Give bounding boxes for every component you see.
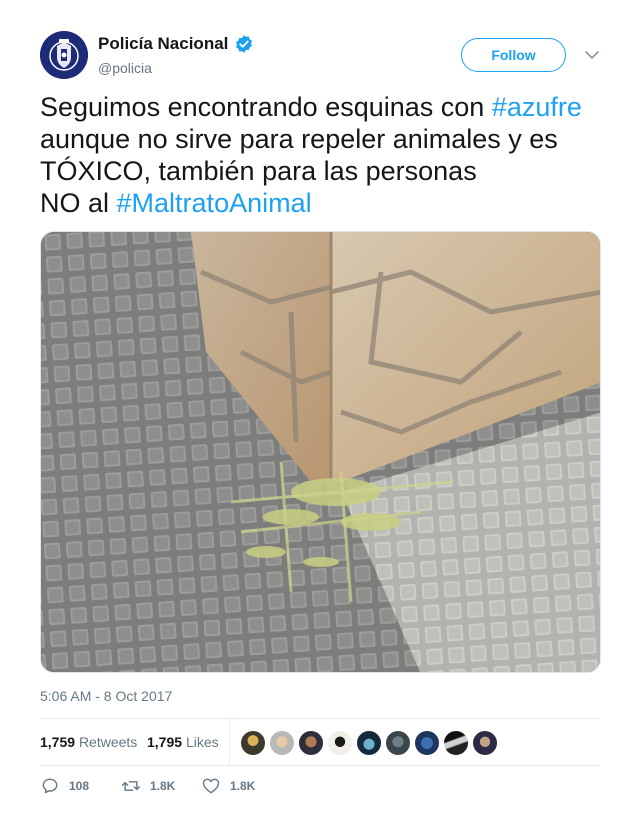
like-count: 1.8K	[230, 779, 256, 793]
liker-avatar[interactable]	[356, 730, 382, 756]
verified-badge-icon	[236, 35, 253, 53]
stats-divider	[229, 719, 230, 765]
tweet-photo[interactable]	[40, 231, 601, 673]
liker-avatar[interactable]	[443, 730, 469, 756]
likes-count: 1,795	[147, 734, 183, 750]
liker-avatar[interactable]	[269, 730, 295, 756]
reply-button[interactable]: 108	[40, 776, 89, 796]
retweets-count: 1,759	[40, 734, 76, 750]
retweets-stat[interactable]: 1,759 Retweets	[40, 734, 137, 750]
police-badge-icon	[40, 31, 88, 79]
liker-avatar[interactable]	[240, 730, 266, 756]
retweet-button[interactable]: 1.8K	[121, 776, 175, 796]
tweet-text-line: NO al #MaltratoAnimal	[40, 187, 610, 219]
likes-stat[interactable]: 1,795 Likes	[147, 734, 219, 750]
tweet-text-line: Seguimos encontrando esquinas con #azufr…	[40, 91, 610, 123]
tweet-text-fragment: Seguimos encontrando esquinas con	[40, 92, 492, 122]
tweet-text-line: aunque no sirve para repeler animales y …	[40, 123, 610, 155]
hashtag-link[interactable]: #MaltratoAnimal	[117, 188, 312, 218]
tweet-text-fragment: NO al	[40, 188, 117, 218]
display-name[interactable]: Policía Nacional	[98, 34, 228, 54]
tweet-text-fragment: TÓXICO, también para las personas	[40, 156, 477, 186]
like-button[interactable]: 1.8K	[201, 776, 255, 796]
retweets-label: Retweets	[78, 734, 138, 750]
liker-avatar[interactable]	[298, 730, 324, 756]
divider	[40, 765, 600, 766]
liker-avatar[interactable]	[327, 730, 353, 756]
tweet-text-fragment: aunque no sirve para repeler animales y …	[40, 124, 558, 154]
liker-avatars	[240, 730, 501, 756]
tweet-text: Seguimos encontrando esquinas con #azufr…	[40, 91, 610, 219]
tweet-text-line: TÓXICO, también para las personas	[40, 155, 610, 187]
user-handle[interactable]: @policia	[98, 60, 152, 76]
reply-count: 108	[69, 779, 90, 793]
name-row: Policía Nacional	[98, 34, 254, 54]
liker-avatar[interactable]	[385, 730, 411, 756]
heart-icon	[202, 778, 220, 794]
reply-icon	[42, 778, 58, 794]
likes-label: Likes	[185, 734, 219, 750]
chevron-down-icon[interactable]	[584, 47, 600, 63]
tweet-header: Policía Nacional @policia Follow	[40, 31, 600, 81]
tweet-stats: 1,759 Retweets 1,795 Likes	[40, 719, 600, 765]
liker-avatar[interactable]	[414, 730, 440, 756]
tweet-actions: 108 1.8K 1.8K	[40, 776, 600, 800]
hashtag-link[interactable]: #azufre	[492, 92, 582, 122]
liker-avatar[interactable]	[472, 730, 498, 756]
photo-sidewalk-corner	[41, 232, 600, 672]
retweet-count: 1.8K	[150, 779, 176, 793]
follow-button[interactable]: Follow	[461, 38, 566, 72]
tweet-timestamp[interactable]: 5:06 AM - 8 Oct 2017	[40, 688, 172, 704]
retweet-icon	[121, 781, 141, 791]
avatar[interactable]	[40, 31, 88, 79]
